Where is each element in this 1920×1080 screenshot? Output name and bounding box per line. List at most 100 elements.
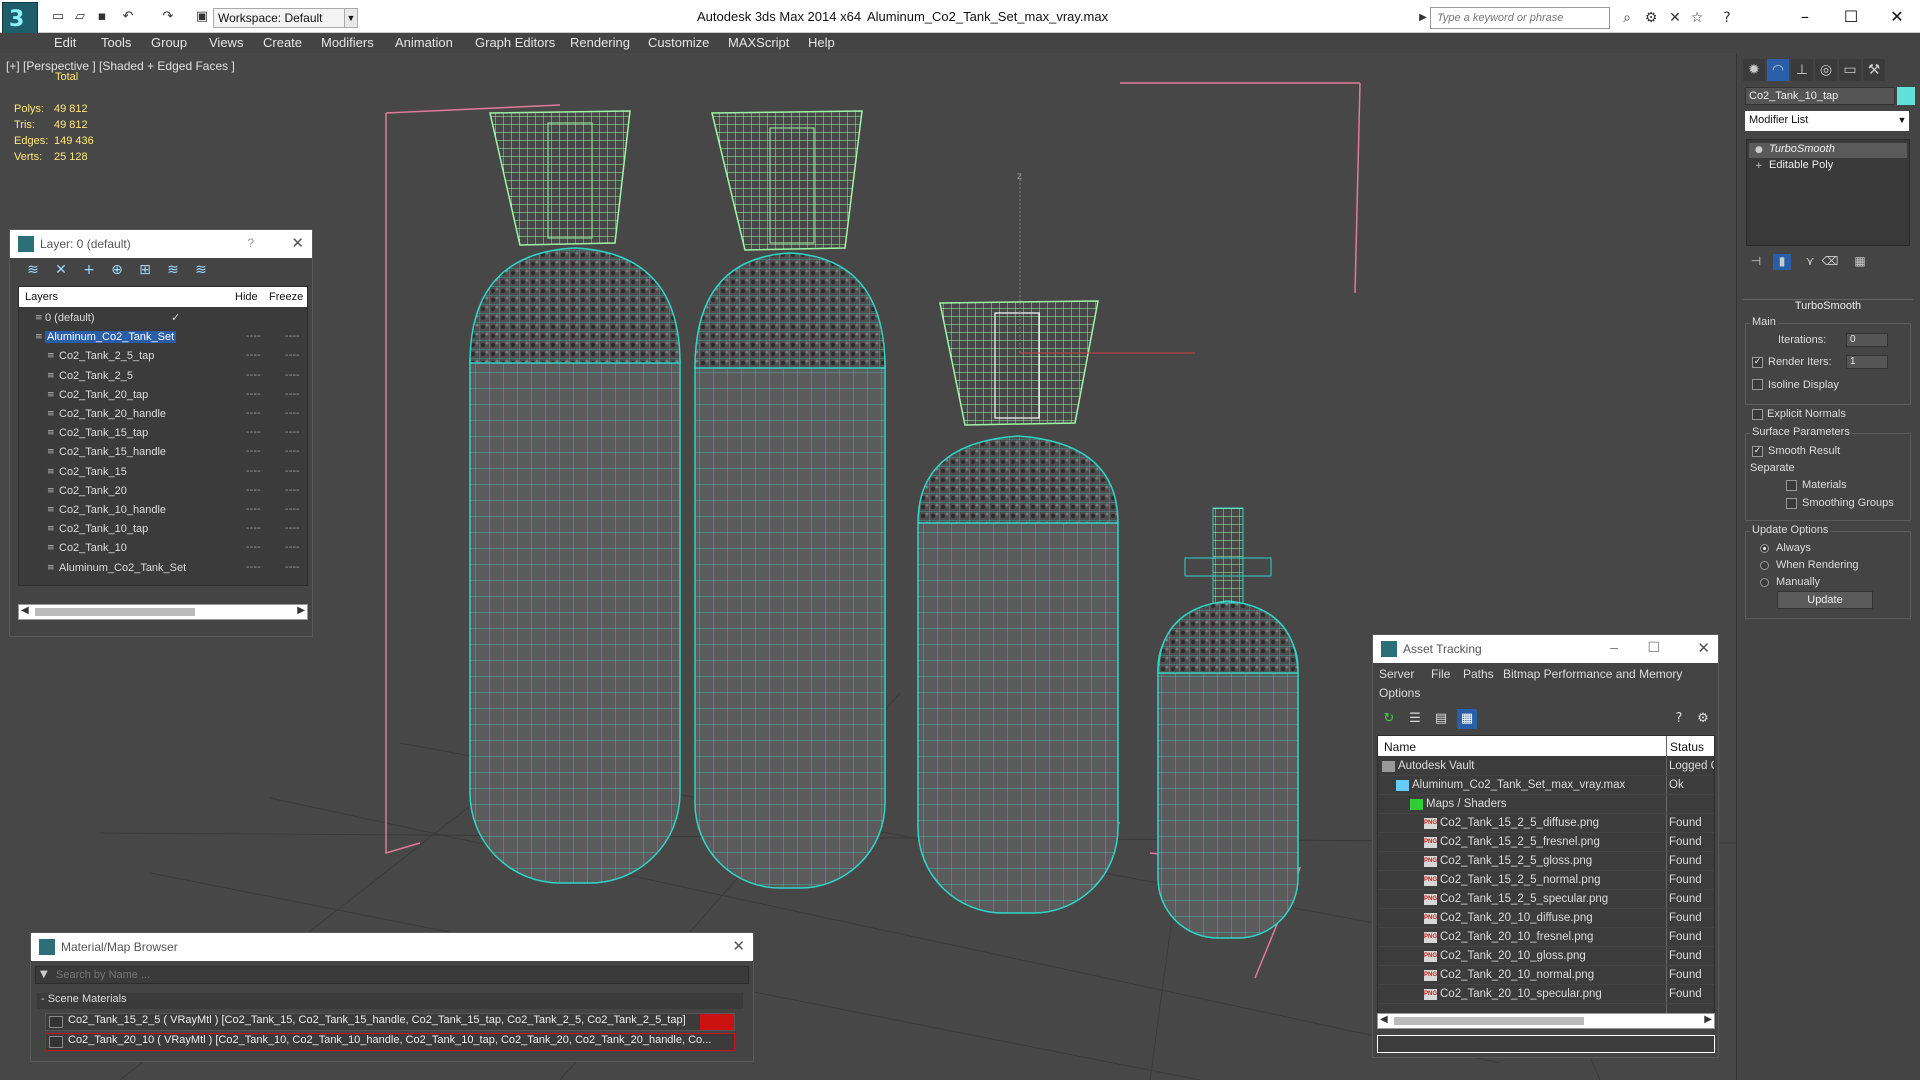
asset-window-titlebar[interactable]: Asset Tracking – ☐ ✕ xyxy=(1373,635,1718,663)
freeze-toggle[interactable]: ---- xyxy=(285,561,300,573)
open-file-icon[interactable]: ▱ xyxy=(72,9,88,25)
freeze-toggle[interactable]: ---- xyxy=(285,503,300,515)
add-selected-icon[interactable]: ⊕ xyxy=(108,262,126,280)
hide-toggle[interactable]: ---- xyxy=(246,541,261,553)
scroll-left-icon[interactable]: ◀ xyxy=(1380,1014,1388,1025)
isoline-display-checkbox[interactable] xyxy=(1752,379,1763,390)
layer-stack-icon[interactable]: ≋ xyxy=(24,262,42,280)
layer-row[interactable]: ≡ 0 (default) ✓ xyxy=(19,309,307,328)
asset-row[interactable]: Maps / Shaders xyxy=(1378,795,1714,814)
hide-toggle[interactable]: ---- xyxy=(246,465,261,477)
material-search[interactable]: ▼ xyxy=(35,966,749,984)
configure-sets-icon[interactable]: ▦ xyxy=(1851,254,1869,270)
asset-menu-bitmap-performance[interactable]: Bitmap Performance and Memory xyxy=(1503,667,1682,681)
asset-menu-paths[interactable]: Paths xyxy=(1463,667,1494,681)
hide-toggle[interactable]: ---- xyxy=(246,484,261,496)
search-expand-icon[interactable]: ▶ xyxy=(1418,9,1428,27)
asset-row[interactable]: PNG Co2_Tank_15_2_5_gloss.png Found xyxy=(1378,852,1714,871)
scroll-left-icon[interactable]: ◀ xyxy=(21,605,29,616)
hide-toggle[interactable]: ---- xyxy=(246,369,261,381)
workspace-dropdown[interactable]: Workspace: Default ▼ xyxy=(213,8,358,28)
list-view-icon[interactable]: ☰ xyxy=(1405,709,1425,729)
current-layer-check-icon[interactable]: ✓ xyxy=(171,311,180,324)
materials-checkbox[interactable] xyxy=(1786,480,1797,491)
options-dropdown-icon[interactable]: ▼ xyxy=(40,969,48,980)
favorites-star-icon[interactable]: ☆ xyxy=(1688,9,1706,27)
column-hide[interactable]: Hide xyxy=(235,291,258,303)
menu-create[interactable]: Create xyxy=(263,35,302,50)
new-file-icon[interactable]: ▭ xyxy=(50,9,66,25)
column-freeze[interactable]: Freeze xyxy=(269,291,303,303)
lightbulb-icon[interactable]: ● xyxy=(1755,145,1763,155)
object-name-field[interactable]: Co2_Tank_10_tap xyxy=(1745,87,1895,105)
hide-toggle[interactable]: ---- xyxy=(246,330,261,342)
object-color-swatch[interactable] xyxy=(1897,87,1915,105)
menu-graph-editors[interactable]: Graph Editors xyxy=(475,35,555,50)
co2-tank-15-model[interactable] xyxy=(694,110,886,889)
menu-tools[interactable]: Tools xyxy=(101,35,131,50)
save-icon[interactable]: ▪ xyxy=(94,9,110,25)
asset-row[interactable]: PNG Co2_Tank_20_10_diffuse.png Found xyxy=(1378,909,1714,928)
hide-toggle[interactable]: ---- xyxy=(246,561,261,573)
asset-menu-file[interactable]: File xyxy=(1431,667,1450,681)
freeze-toggle[interactable]: ---- xyxy=(285,541,300,553)
freeze-toggle[interactable]: ---- xyxy=(285,522,300,534)
hide-toggle[interactable]: ---- xyxy=(246,522,261,534)
asset-menu-server[interactable]: Server xyxy=(1379,667,1414,681)
column-status[interactable]: Status xyxy=(1670,740,1704,754)
utilities-tab-icon[interactable]: ⚒ xyxy=(1863,59,1885,81)
hierarchy-tab-icon[interactable]: ⊥ xyxy=(1791,59,1813,81)
when-rendering-radio[interactable] xyxy=(1760,561,1769,570)
remove-modifier-icon[interactable]: ⌫ xyxy=(1821,254,1839,270)
hide-toggle[interactable]: ---- xyxy=(246,426,261,438)
hide-toggle[interactable]: ---- xyxy=(246,388,261,400)
scroll-right-icon[interactable]: ▶ xyxy=(1704,1014,1712,1025)
close-icon[interactable]: ✕ xyxy=(1697,639,1710,657)
display-tab-icon[interactable]: ▭ xyxy=(1839,59,1861,81)
menu-maxscript[interactable]: MAXScript xyxy=(728,35,789,50)
layer-row[interactable]: ≡ Co2_Tank_15_handle ---- ---- xyxy=(19,443,307,462)
co2-tank-10-model[interactable] xyxy=(917,300,1119,914)
menu-help[interactable]: Help xyxy=(808,35,835,50)
menu-rendering[interactable]: Rendering xyxy=(570,35,630,50)
layer-row[interactable]: ≡ Co2_Tank_10_tap ---- ---- xyxy=(19,520,307,539)
help-icon[interactable]: ? xyxy=(247,236,254,250)
hide-toggle[interactable]: ---- xyxy=(246,445,261,457)
asset-menu-options[interactable]: Options xyxy=(1379,686,1420,700)
co2-tank-20-model[interactable] xyxy=(469,110,681,884)
keyword-search-input[interactable] xyxy=(1431,8,1609,28)
scroll-thumb[interactable] xyxy=(1394,1017,1584,1025)
layer-row[interactable]: ≡ Co2_Tank_2_5_tap ---- ---- xyxy=(19,347,307,366)
layer-row[interactable]: ≡ Co2_Tank_10_handle ---- ---- xyxy=(19,501,307,520)
hide-toggle[interactable]: ---- xyxy=(246,503,261,515)
material-item[interactable]: Co2_Tank_20_10 ( VRayMtl ) [Co2_Tank_10,… xyxy=(45,1033,735,1051)
highlight-layer-icon[interactable]: ≋ xyxy=(164,262,182,280)
select-objects-icon[interactable]: ⊞ xyxy=(136,262,154,280)
manually-radio[interactable] xyxy=(1760,578,1769,587)
maximize-icon[interactable]: ☐ xyxy=(1647,639,1660,656)
material-item[interactable]: Co2_Tank_15_2_5 ( VRayMtl ) [Co2_Tank_15… xyxy=(45,1013,735,1031)
menu-views[interactable]: Views xyxy=(209,35,243,50)
layer-row[interactable]: ≡ Co2_Tank_20_handle ---- ---- xyxy=(19,405,307,424)
refresh-icon[interactable]: ↻ xyxy=(1379,709,1399,729)
stack-item-turbosmooth[interactable]: ● TurboSmooth xyxy=(1749,143,1907,158)
layer-row[interactable]: ≡ Co2_Tank_2_5 ---- ---- xyxy=(19,367,307,386)
close-button[interactable]: ✕ xyxy=(1874,4,1920,30)
scroll-thumb[interactable] xyxy=(35,608,195,616)
create-tab-icon[interactable]: ✹ xyxy=(1743,59,1765,81)
subscription-icon[interactable]: ⚙ xyxy=(1642,9,1660,27)
scroll-right-icon[interactable]: ▶ xyxy=(297,605,305,616)
explicit-normals-checkbox[interactable] xyxy=(1752,409,1763,420)
layer-row[interactable]: ≡ Aluminum_Co2_Tank_Set ---- ---- xyxy=(19,328,307,347)
asset-horizontal-scrollbar[interactable]: ◀ ▶ xyxy=(1377,1013,1715,1029)
freeze-toggle[interactable]: ---- xyxy=(285,369,300,381)
layer-row[interactable]: ≡ Co2_Tank_15 ---- ---- xyxy=(19,463,307,482)
freeze-toggle[interactable]: ---- xyxy=(285,407,300,419)
asset-row[interactable]: PNG Co2_Tank_20_10_fresnel.png Found xyxy=(1378,928,1714,947)
maximize-button[interactable]: ☐ xyxy=(1828,4,1874,30)
minimize-icon[interactable]: – xyxy=(1610,639,1618,655)
menu-edit[interactable]: Edit xyxy=(54,35,76,50)
material-search-input[interactable] xyxy=(56,967,736,983)
project-folder-icon[interactable]: ▣ xyxy=(194,9,210,25)
freeze-toggle[interactable]: ---- xyxy=(285,349,300,361)
